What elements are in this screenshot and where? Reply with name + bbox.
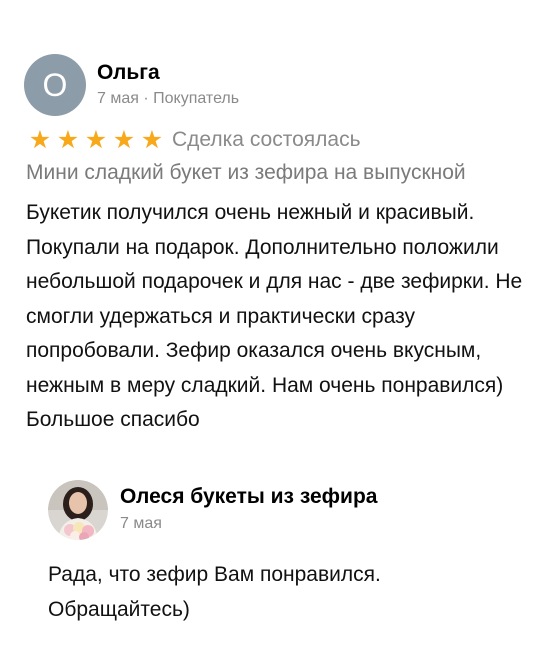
product-name[interactable]: Мини сладкий букет из зефира на выпускно…	[26, 158, 466, 188]
deal-status: Сделка состоялась	[172, 128, 361, 151]
reply-text: Рада, что зефир Вам понравился. Обращайт…	[48, 563, 381, 621]
rating-stars: ★ ★ ★ ★ ★	[26, 126, 166, 154]
seller-avatar[interactable]	[48, 480, 108, 540]
star-icon: ★	[84, 126, 108, 154]
avatar-letter: О	[42, 66, 68, 103]
reply-author-name[interactable]: Олеся букеты из зефира	[120, 484, 377, 510]
star-icon: ★	[112, 126, 136, 154]
reply-author-block: Олеся букеты из зефира 7 мая	[120, 484, 377, 536]
reply-header: Олеся букеты из зефира 7 мая	[48, 480, 518, 540]
review-text: Букетик получился очень нежный и красивы…	[26, 201, 523, 431]
review-card: О Ольга 7 мая · Покупатель ★ ★ ★ ★ ★ Сде…	[0, 0, 540, 672]
rating-row: ★ ★ ★ ★ ★ Сделка состоялась	[26, 126, 361, 154]
reply-date: 7 мая	[120, 515, 162, 532]
seller-reply: Олеся букеты из зефира 7 мая Рада, что з…	[48, 480, 518, 621]
star-icon: ★	[56, 126, 80, 154]
seller-photo-icon	[48, 480, 108, 540]
author-name[interactable]: Ольга	[97, 60, 239, 86]
review-header: О Ольга 7 мая · Покупатель	[24, 54, 239, 116]
star-icon: ★	[140, 126, 164, 154]
author-block: Ольга 7 мая · Покупатель	[97, 60, 239, 111]
star-icon: ★	[28, 126, 52, 154]
review-meta: 7 мая · Покупатель	[97, 89, 240, 107]
author-avatar[interactable]: О	[24, 54, 86, 116]
